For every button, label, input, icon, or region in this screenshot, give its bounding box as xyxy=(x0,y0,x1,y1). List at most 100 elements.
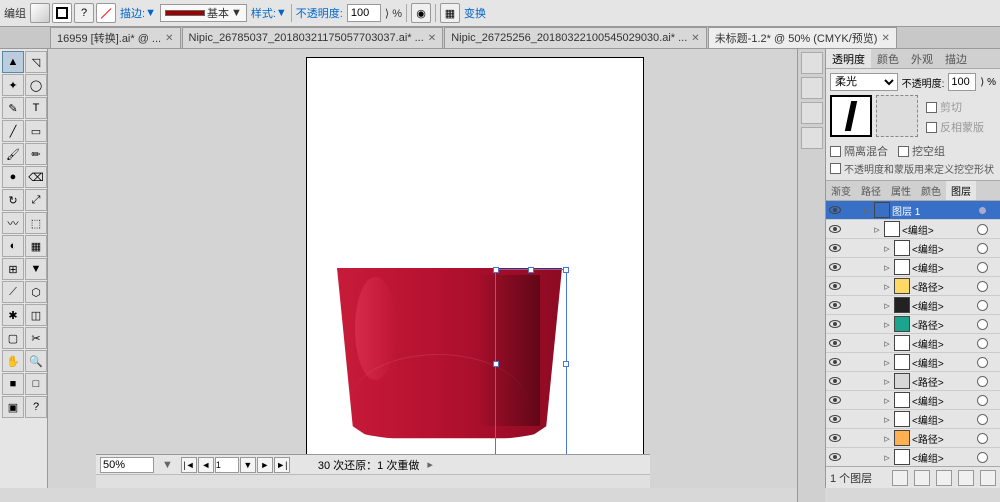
paintbrush-tool[interactable]: 🖌 xyxy=(2,143,24,165)
eyedropper-tool[interactable]: ⟋ xyxy=(2,281,24,303)
panel-icon[interactable] xyxy=(801,52,823,74)
rectangle-tool[interactable]: ▭ xyxy=(25,120,47,142)
opacity-input[interactable] xyxy=(347,4,381,22)
screen-mode[interactable]: ▣ xyxy=(2,396,24,418)
hand-tool[interactable]: ✋ xyxy=(2,350,24,372)
slice-tool[interactable]: ✂ xyxy=(25,327,47,349)
eraser-tool[interactable]: ⌫ xyxy=(25,166,47,188)
visibility-toggle[interactable] xyxy=(829,434,841,442)
panel-tab[interactable]: 外观 xyxy=(905,49,939,68)
scale-tool[interactable]: ⤢ xyxy=(25,189,47,211)
delete-layer-button[interactable] xyxy=(980,470,996,486)
visibility-toggle[interactable] xyxy=(829,320,841,328)
rotate-tool[interactable]: ↻ xyxy=(2,189,24,211)
graph-tool[interactable]: ◫ xyxy=(25,304,47,326)
align-icon[interactable]: ▦ xyxy=(440,3,460,23)
zoom-tool[interactable]: 🔍 xyxy=(25,350,47,372)
last-artboard-button[interactable]: ►| xyxy=(274,457,290,473)
perspective-tool[interactable]: ▦ xyxy=(25,235,47,257)
target-icon[interactable] xyxy=(977,357,988,368)
prev-artboard-button[interactable]: ◄ xyxy=(198,457,214,473)
visibility-toggle[interactable] xyxy=(829,377,841,385)
expand-toggle[interactable]: ▹ xyxy=(882,432,892,445)
pencil-tool[interactable]: ✏ xyxy=(25,143,47,165)
line-tool[interactable]: ╱ xyxy=(2,120,24,142)
target-icon[interactable] xyxy=(977,433,988,444)
visibility-toggle[interactable] xyxy=(829,396,841,404)
gradient-tool[interactable]: ▼ xyxy=(25,258,47,280)
free-transform-tool[interactable]: ⬚ xyxy=(25,212,47,234)
expand-toggle[interactable]: ▹ xyxy=(882,280,892,293)
color-modes[interactable]: □ xyxy=(25,373,47,395)
artboard-number-input[interactable] xyxy=(215,457,239,473)
next-artboard-button[interactable]: ► xyxy=(257,457,273,473)
layer-row[interactable]: ▹ <编组> xyxy=(826,391,1000,410)
expand-toggle[interactable]: ▹ xyxy=(882,242,892,255)
document-tab[interactable]: 未标题-1.2* @ 50% (CMYK/预览)✕ xyxy=(708,27,897,48)
fill-stroke[interactable]: ■ xyxy=(2,373,24,395)
layer-row[interactable]: ▹ <编组> xyxy=(826,239,1000,258)
first-artboard-button[interactable]: |◄ xyxy=(181,457,197,473)
transform-link[interactable]: 变换 xyxy=(464,5,486,21)
expand-toggle[interactable]: ▹ xyxy=(872,223,882,236)
pen-tool[interactable]: ✎ xyxy=(2,97,24,119)
layer-row[interactable]: ▹ <编组> xyxy=(826,353,1000,372)
help-icon[interactable]: ? xyxy=(74,3,94,23)
width-tool[interactable]: 〰 xyxy=(2,212,24,234)
type-tool[interactable]: T xyxy=(25,97,47,119)
mask-thumbnail[interactable] xyxy=(876,95,918,137)
target-icon[interactable] xyxy=(977,319,988,330)
panel-icon[interactable] xyxy=(801,77,823,99)
fill-swatch[interactable] xyxy=(30,3,50,23)
layers-list[interactable]: ▹ 图层 1 ▹ <编组> ▹ <编组> ▹ <编组> ▹ <路径> xyxy=(826,201,1000,466)
document-tab[interactable]: Nipic_26725256_20180322100545029030.ai* … xyxy=(444,27,707,48)
panel-tab[interactable]: 路径 xyxy=(856,181,886,200)
target-icon[interactable] xyxy=(977,243,988,254)
layer-row[interactable]: ▹ <编组> xyxy=(826,296,1000,315)
make-clipping-mask-button[interactable] xyxy=(914,470,930,486)
visibility-toggle[interactable] xyxy=(829,339,841,347)
document-tab[interactable]: 16959 [转换].ai* @ ...✕ xyxy=(50,27,181,48)
style-dropdown[interactable]: 样式:▼ xyxy=(251,5,287,21)
knockout-group-checkbox[interactable] xyxy=(898,146,909,157)
horizontal-scrollbar[interactable] xyxy=(96,474,650,488)
selection-tool[interactable]: ▲ xyxy=(2,51,24,73)
magic-wand-tool[interactable]: ✦ xyxy=(2,74,24,96)
brush-preview[interactable]: 基本 ▼ xyxy=(160,4,247,22)
expand-toggle[interactable]: ▹ xyxy=(882,394,892,407)
opacity-stepper[interactable]: ⟩ % xyxy=(385,7,402,20)
panel-tab[interactable]: 属性 xyxy=(886,181,916,200)
isolate-blending-checkbox[interactable] xyxy=(830,146,841,157)
artboard-tool[interactable]: ▢ xyxy=(2,327,24,349)
target-icon[interactable] xyxy=(977,262,988,273)
target-icon[interactable] xyxy=(977,395,988,406)
panel-tab[interactable]: 颜色 xyxy=(916,181,946,200)
target-icon[interactable] xyxy=(977,281,988,292)
blend-tool[interactable]: ⬡ xyxy=(25,281,47,303)
close-icon[interactable]: ✕ xyxy=(428,33,436,44)
no-stroke-icon[interactable] xyxy=(96,3,116,23)
target-icon[interactable] xyxy=(977,452,988,463)
mesh-tool[interactable]: ⊞ xyxy=(2,258,24,280)
stroke-swatch[interactable] xyxy=(52,3,72,23)
panel-tab[interactable]: 图层 xyxy=(946,181,976,200)
visibility-toggle[interactable] xyxy=(829,358,841,366)
blob-brush-tool[interactable]: ● xyxy=(2,166,24,188)
layer-row[interactable]: ▹ 图层 1 xyxy=(826,201,1000,220)
opacity-link[interactable]: 不透明度: xyxy=(296,5,343,21)
expand-toggle[interactable]: ▹ xyxy=(882,261,892,274)
layer-row[interactable]: ▹ <路径> xyxy=(826,372,1000,391)
layer-row[interactable]: ▹ <编组> xyxy=(826,220,1000,239)
expand-toggle[interactable]: ▹ xyxy=(882,413,892,426)
artboard-dropdown[interactable]: ▼ xyxy=(240,457,256,473)
visibility-toggle[interactable] xyxy=(829,282,841,290)
blend-mode-select[interactable]: 柔光 xyxy=(830,73,898,91)
visibility-toggle[interactable] xyxy=(829,453,841,461)
cup-artwork[interactable] xyxy=(337,268,562,440)
layer-row[interactable]: ▹ <编组> xyxy=(826,258,1000,277)
lasso-tool[interactable]: ◯ xyxy=(25,74,47,96)
expand-toggle[interactable]: ▹ xyxy=(882,318,892,331)
panel-tab[interactable]: 渐变 xyxy=(826,181,856,200)
target-icon[interactable] xyxy=(977,300,988,311)
new-layer-button[interactable] xyxy=(958,470,974,486)
